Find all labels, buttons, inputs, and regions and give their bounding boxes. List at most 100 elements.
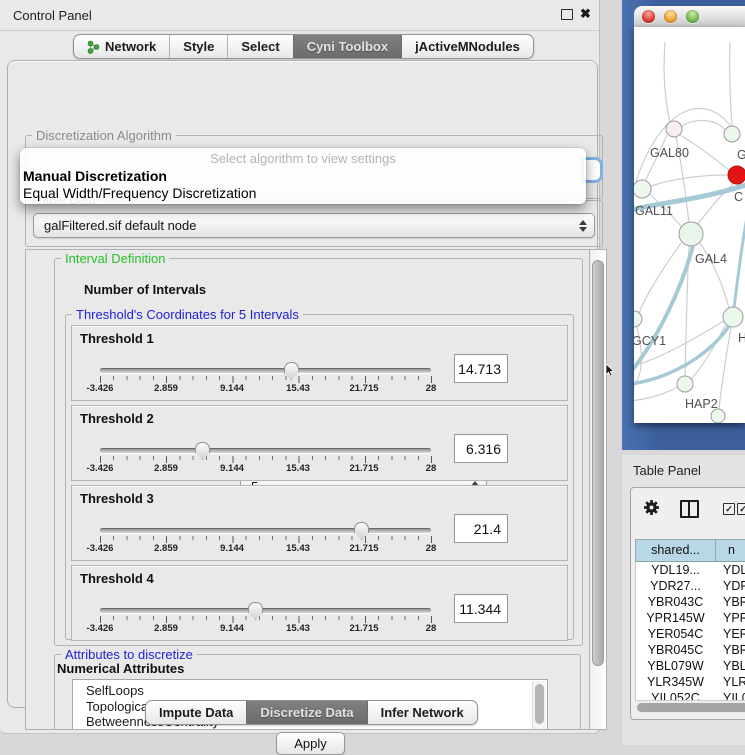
bottom-tab[interactable]: Impute Data [146,701,246,724]
top-tab-bar: Network Style [73,34,534,59]
numerical-attributes-label: Numerical Attributes [57,661,184,676]
group-title: Threshold's Coordinates for 5 Intervals [72,307,303,322]
node-red-selected[interactable] [728,166,745,184]
table-row[interactable]: YBR043C YBR0 [636,594,745,610]
slider-track[interactable] [100,368,431,373]
column-header-name[interactable]: n [716,540,745,561]
show-columns-icon[interactable] [680,500,699,518]
slider-track[interactable] [100,448,431,453]
attribute-browser-toolbar: ✓ ✓ [631,488,745,530]
threshold-slider[interactable]: -3.426 2.859 9.144 15.43 21.715 28 [100,602,431,638]
threshold-row: Threshold 1 -3.426 2.859 9.1 [71,325,568,401]
svg-text:GAL4: GAL4 [695,252,727,266]
table-horizontal-scrollbar[interactable] [635,700,745,714]
slider-major-ticks [100,456,432,463]
interval-definition-group: Interval Definition Number of Intervals … [54,258,583,646]
node-gal4[interactable] [679,222,703,246]
threshold-value-field[interactable]: 6.316 [454,434,508,463]
panel-title: Control Panel [13,8,92,23]
threshold-title: Threshold 4 [80,571,154,586]
slider-track[interactable] [100,608,431,613]
table-row[interactable]: YPR145W YPR1 [636,610,745,626]
group-title: Discretization Algorithm [32,128,176,143]
threshold-slider[interactable]: -3.426 2.859 9.144 15.43 21.715 28 [100,442,431,478]
threshold-rows: Threshold 1 -3.426 2.859 9.1 [71,325,568,641]
select-all-checkbox-icon[interactable]: ✓ [723,503,735,515]
table-row[interactable]: YBR045C YBR0 [636,642,745,658]
threshold-row: Threshold 4 -3.426 2.859 9.1 [71,565,568,641]
threshold-title: Threshold 1 [80,331,154,346]
node-gcy1[interactable] [634,311,642,327]
node-partial-top[interactable] [724,126,740,142]
group-title: Attributes to discretize [61,647,197,662]
node-gal11[interactable] [634,180,651,198]
threshold-value-field[interactable]: 11.344 [454,594,508,623]
slider-major-ticks [100,536,432,543]
table-horizontal-scrollbar-thumb[interactable] [637,703,745,712]
attribute-list-item[interactable]: SelfLoops [86,683,547,699]
svg-text:GAL11: GAL11 [635,204,673,218]
list-scrollbar[interactable] [532,681,546,730]
cyni-toolbox-pane: Discretization Algorithm Select algorith… [7,60,598,708]
threshold-row: Threshold 3 -3.426 2.859 9.1 [71,485,568,561]
algorithm-dropdown-popup: Select algorithm to view settings Manual… [20,148,586,204]
attribute-browser: ✓ ✓ shared... n YDL19... YDL1 YDR27... Y… [630,487,745,720]
node-hap2[interactable] [677,376,693,392]
minimize-traffic-light[interactable] [664,10,677,23]
threshold-slider[interactable]: -3.426 2.859 9.144 15.43 21.715 28 [100,522,431,558]
threshold-value-field[interactable]: 21.4 [454,514,508,543]
network-icon [87,40,100,54]
zoom-traffic-light[interactable] [686,10,699,23]
slider-major-ticks [100,376,432,383]
svg-text:H: H [738,331,745,345]
table-data-combo[interactable]: galFiltered.sif default node [33,213,595,238]
algorithm-combo-focus-fragment[interactable] [584,160,600,180]
bottom-tab-bar: Impute Data Discretize Data Infer Networ… [145,700,478,725]
network-graph: GAL80 GA C GAL11 GAL4 GCY1 H HAP2 [634,27,745,423]
network-canvas[interactable]: GAL80 GA C GAL11 GAL4 GCY1 H HAP2 [634,27,745,423]
column-header-shared-name[interactable]: shared... [636,540,716,561]
bottom-tab[interactable]: Infer Network [367,701,477,724]
slider-tick-labels: -3.426 2.859 9.144 15.43 21.715 28 [100,543,431,555]
popup-option-equal-width[interactable]: Equal Width/Frequency Discretization [23,185,256,201]
node-partial-bottom[interactable] [711,409,725,423]
slider-tick-labels: -3.426 2.859 9.144 15.43 21.715 28 [100,463,431,475]
float-window-icon[interactable] [561,9,573,20]
slider-tick-labels: -3.426 2.859 9.144 15.43 21.715 28 [100,383,431,395]
threshold-value-field[interactable]: 14.713 [454,354,508,383]
gear-icon[interactable] [643,499,660,516]
node-h[interactable] [723,307,743,327]
slider-track[interactable] [100,528,431,533]
top-tab[interactable]: Select [227,35,292,58]
list-scrollbar-thumb[interactable] [535,684,544,724]
bottom-tab[interactable]: Discretize Data [246,701,366,724]
network-window-titlebar[interactable] [634,6,745,28]
top-tab[interactable]: Cyni Toolbox [293,35,401,58]
close-icon[interactable]: ✖ [580,6,591,22]
table-row[interactable]: YDR27... YDR2 [636,578,745,594]
table-row[interactable]: YBL079W YBL0 [636,658,745,674]
top-tab[interactable]: Network [74,35,169,58]
threshold-slider[interactable]: -3.426 2.859 9.144 15.43 21.715 28 [100,362,431,398]
number-of-intervals-label: Number of Intervals [84,282,206,297]
top-tab[interactable]: Style [169,35,227,58]
table-panel-title: Table Panel [633,463,701,478]
threshold-title: Threshold 2 [80,411,154,426]
top-tab[interactable]: jActiveMNodules [401,35,533,58]
table-rows: YDL19... YDL1 YDR27... YDR2 YBR043C YBR0 [635,562,745,702]
node-gal80[interactable] [666,121,682,137]
table-row[interactable]: YLR345W YLR3 [636,674,745,690]
table-header-row: shared... n [635,539,745,562]
main-scrollbar-thumb[interactable] [592,260,604,666]
svg-text:GCY1: GCY1 [634,334,666,348]
thresholds-group: Threshold's Coordinates for 5 Intervals … [65,314,574,640]
apply-button[interactable]: Apply [276,732,345,755]
close-traffic-light[interactable] [642,10,655,23]
table-row[interactable]: YER054C YER0 [636,626,745,642]
table-panel: Table Panel ✓ ✓ sh [622,455,745,745]
table-row[interactable]: YDL19... YDL1 [636,562,745,578]
popup-option-manual[interactable]: Manual Discretization [23,168,167,184]
main-scrollbar[interactable] [589,249,607,730]
deselect-all-checkbox-icon[interactable]: ✓ [737,503,745,515]
svg-text:GA: GA [737,148,745,162]
